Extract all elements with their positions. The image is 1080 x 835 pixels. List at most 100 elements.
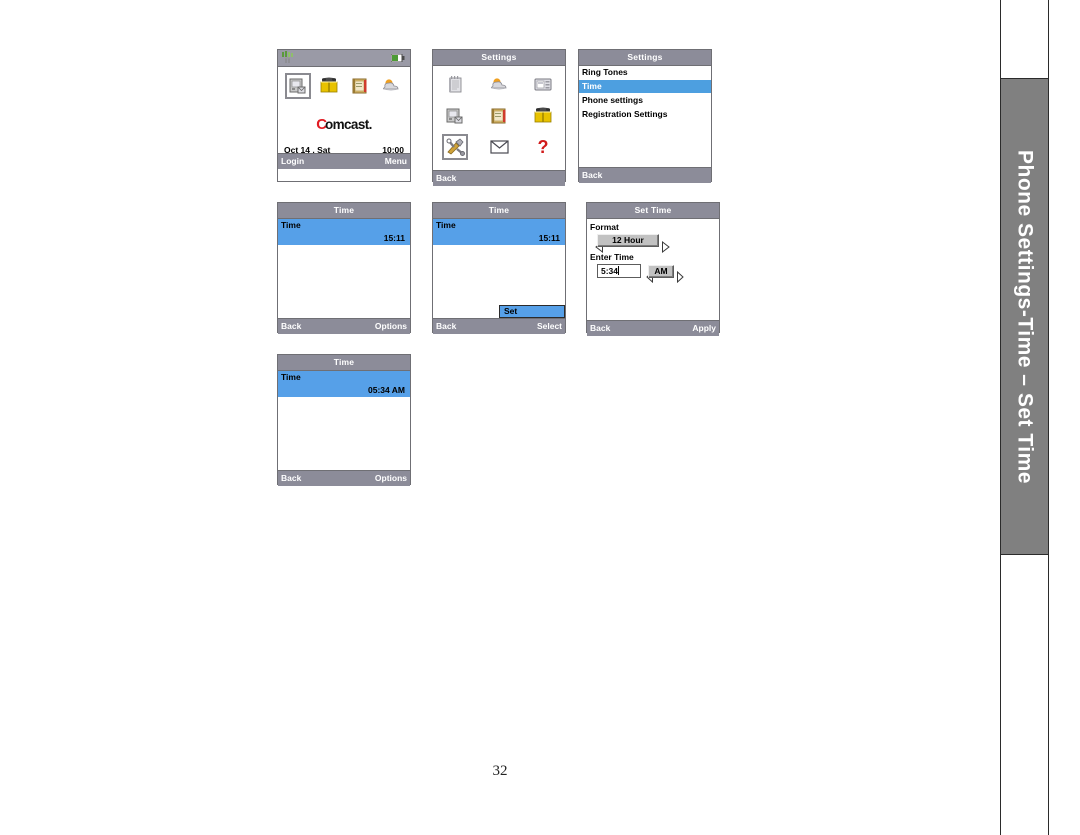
softkey-back[interactable]: Back xyxy=(582,168,602,183)
phone-screen-time-popup: Time Time 15:11 Set Back Select xyxy=(432,202,566,334)
side-tab: Phone Settings-Time – Set Time xyxy=(1001,78,1048,555)
home-icon-weather-cloud[interactable] xyxy=(378,73,404,99)
set-time-body: Format 12 Hour Enter Time 5:34 AM xyxy=(587,219,719,320)
settings-grid-row-1 xyxy=(433,69,565,100)
battery-icon xyxy=(391,54,405,62)
enter-time-controls[interactable]: 5:34 AM xyxy=(587,264,719,283)
softkey-back[interactable]: Back xyxy=(590,321,610,336)
comcast-logo: Comcast. xyxy=(278,103,410,145)
notes-book-icon xyxy=(491,108,506,123)
settings-icon-voicemail[interactable] xyxy=(442,103,468,129)
svg-text:?: ? xyxy=(538,137,549,157)
softkey-back[interactable]: Back xyxy=(281,471,301,486)
time-popup-body: Time 15:11 Set xyxy=(433,219,565,318)
format-spinner[interactable]: 12 Hour xyxy=(587,234,719,253)
settings-list-item-registration-settings[interactable]: Registration Settings xyxy=(579,108,711,122)
format-label: Format xyxy=(590,222,619,232)
settings-grid-title: Settings xyxy=(433,50,565,66)
voicemail-icon xyxy=(446,108,463,123)
time-options-title: Time xyxy=(278,203,410,219)
phone-screen-time-options: Time Time 15:11 Back Options xyxy=(277,202,411,334)
home-icon-row xyxy=(278,67,410,103)
time-row-label: Time xyxy=(281,372,301,382)
side-tab-label: Phone Settings-Time – Set Time xyxy=(1013,149,1037,484)
phone-screen-time-result: Time Time 05:34 AM Back Options xyxy=(277,354,411,486)
set-time-softkey-bar: Back Apply xyxy=(587,320,719,336)
time-row-value: 15:11 xyxy=(383,233,405,243)
softkey-apply[interactable]: Apply xyxy=(692,321,716,336)
time-row-value: 05:34 AM xyxy=(367,385,405,395)
calculator-icon xyxy=(534,78,552,91)
phone-screen-set-time: Set Time Format 12 Hour Enter Time 5:34 … xyxy=(586,202,720,336)
device-settings-icon xyxy=(289,78,305,94)
text-caret xyxy=(618,266,620,275)
time-row-label: Time xyxy=(281,220,301,230)
settings-list-item-phone-settings[interactable]: Phone settings xyxy=(579,94,711,108)
settings-grid-row-3: ? xyxy=(433,131,565,162)
address-book-icon xyxy=(320,77,337,93)
weather-cloud-icon xyxy=(382,79,399,91)
time-popup-row[interactable]: Time 15:11 xyxy=(433,219,565,245)
home-icon-address-book[interactable] xyxy=(316,73,342,99)
settings-grid-body: ? xyxy=(433,66,565,170)
settings-icon-notes-book[interactable] xyxy=(486,103,512,129)
settings-list-softkey-bar: Back xyxy=(579,167,711,183)
settings-icon-weather-cloud[interactable] xyxy=(486,72,512,98)
ampm-value[interactable]: AM xyxy=(648,264,674,278)
softkey-login[interactable]: Login xyxy=(281,154,304,169)
softkey-back[interactable]: Back xyxy=(436,319,456,334)
enter-time-label: Enter Time xyxy=(590,252,634,262)
time-result-body: Time 05:34 AM xyxy=(278,371,410,470)
time-options-body: Time 15:11 xyxy=(278,219,410,318)
time-row-label: Time xyxy=(436,220,456,230)
notes-book-icon xyxy=(352,78,366,94)
help-question-icon: ? xyxy=(538,137,549,157)
softkey-options[interactable]: Options xyxy=(375,471,407,486)
page-number: 32 xyxy=(492,763,508,779)
side-panel: Phone Settings-Time – Set Time xyxy=(1000,0,1049,835)
comcast-logo-text: omcast. xyxy=(324,116,372,132)
format-value[interactable]: 12 Hour xyxy=(597,234,659,247)
home-body: Comcast. Oct 14 , Sat 10:00 xyxy=(278,67,410,155)
softkey-select[interactable]: Select xyxy=(537,319,562,334)
envelope-icon xyxy=(489,139,509,154)
time-result-row[interactable]: Time 05:34 AM xyxy=(278,371,410,397)
home-icon-device-settings[interactable] xyxy=(284,73,311,99)
time-options-softkey-bar: Back Options xyxy=(278,318,410,334)
settings-grid-row-2 xyxy=(433,100,565,131)
time-result-title: Time xyxy=(278,355,410,371)
home-softkey-bar: Login Menu xyxy=(278,153,410,169)
time-row-value: 15:11 xyxy=(538,233,560,243)
softkey-back[interactable]: Back xyxy=(436,171,456,186)
settings-icon-calculator[interactable] xyxy=(530,72,556,98)
softkey-menu[interactable]: Menu xyxy=(385,154,407,169)
address-book-icon xyxy=(534,107,552,122)
tools-icon xyxy=(446,137,465,156)
popup-menu-item-set[interactable]: Set xyxy=(499,305,565,318)
settings-grid-softkey-bar: Back xyxy=(433,170,565,186)
set-time-title: Set Time xyxy=(587,203,719,219)
settings-list-body: Ring Tones Time Phone settings Registrat… xyxy=(579,66,711,167)
phone-screen-settings-grid: Settings ? Back xyxy=(432,49,566,186)
settings-list-item-time[interactable]: Time xyxy=(579,80,711,94)
signal-bars-icon xyxy=(282,51,293,63)
softkey-options[interactable]: Options xyxy=(375,319,407,334)
time-input-value: 5:34 xyxy=(601,266,619,276)
status-bar xyxy=(278,50,410,67)
settings-icon-help[interactable]: ? xyxy=(530,134,556,160)
home-icon-notes-book[interactable] xyxy=(347,73,373,99)
time-popup-softkey-bar: Back Select xyxy=(433,318,565,334)
time-result-softkey-bar: Back Options xyxy=(278,470,410,486)
notepad-icon xyxy=(448,76,461,93)
phone-screen-home: Comcast. Oct 14 , Sat 10:00 Login Menu xyxy=(277,49,411,182)
time-popup-title: Time xyxy=(433,203,565,219)
settings-icon-envelope[interactable] xyxy=(486,134,512,160)
settings-icon-notepad[interactable] xyxy=(442,72,468,98)
settings-list-title: Settings xyxy=(579,50,711,66)
time-options-row[interactable]: Time 15:11 xyxy=(278,219,410,245)
time-input[interactable]: 5:34 xyxy=(597,264,641,278)
settings-list-item-ring-tones[interactable]: Ring Tones xyxy=(579,66,711,80)
settings-icon-tools[interactable] xyxy=(442,133,468,160)
softkey-back[interactable]: Back xyxy=(281,319,301,334)
settings-icon-address-book[interactable] xyxy=(530,103,556,129)
